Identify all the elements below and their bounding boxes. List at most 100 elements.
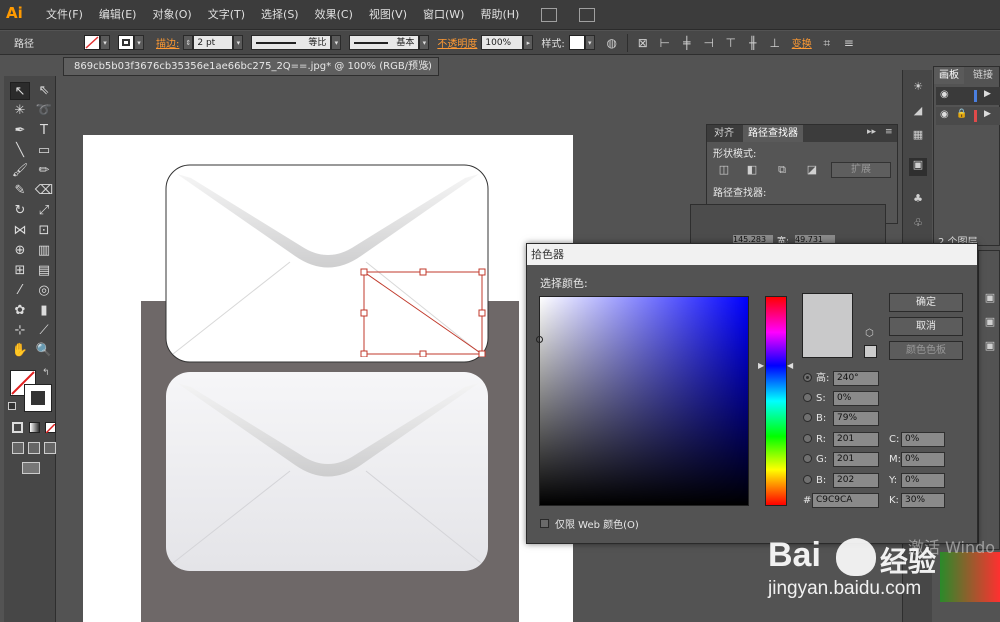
- align-left-icon[interactable]: ⊢: [658, 36, 672, 50]
- gradient-mode-icon[interactable]: [29, 422, 40, 433]
- zoom-tool-icon[interactable]: 🔍: [34, 342, 54, 360]
- color-mode-icon[interactable]: [12, 422, 23, 433]
- selected-path-bounding-box[interactable]: [359, 267, 489, 357]
- hand-tool-icon[interactable]: ✋: [10, 342, 30, 360]
- lasso-tool-icon[interactable]: ➰: [34, 102, 54, 120]
- layer-row[interactable]: ◉ 🔒 ▶: [936, 107, 1000, 125]
- hue-slider-right-arrow-icon[interactable]: ◀: [787, 361, 793, 370]
- red-radio[interactable]: [803, 434, 812, 443]
- close-tab-icon[interactable]: ×: [422, 58, 430, 75]
- graphic-style-swatch[interactable]: [568, 35, 585, 50]
- gradient-tool-icon[interactable]: ▤: [34, 262, 54, 280]
- blue-radio[interactable]: [803, 475, 812, 484]
- menu-object[interactable]: 对象(O): [144, 0, 199, 30]
- menu-type[interactable]: 文字(T): [200, 0, 253, 30]
- rectangle-tool-icon[interactable]: ▭: [34, 142, 54, 160]
- blue-row[interactable]: B:: [803, 473, 826, 489]
- stroke-weight-dropdown-icon[interactable]: ▾: [233, 35, 244, 50]
- swap-colors-icon[interactable]: ↰: [42, 368, 50, 378]
- stroke-weight-field[interactable]: 2 pt: [193, 35, 234, 50]
- red-row[interactable]: R:: [803, 432, 826, 448]
- red-field[interactable]: 201: [833, 432, 879, 447]
- menu-file[interactable]: 文件(F): [38, 0, 91, 30]
- align-to-icon[interactable]: ⊠: [636, 36, 650, 50]
- stroke-swatch[interactable]: [118, 35, 134, 50]
- tab-pathfinder[interactable]: 路径查找器: [743, 125, 803, 142]
- align-top-icon[interactable]: ⊤: [724, 36, 738, 50]
- brushes-icon[interactable]: ♧: [911, 216, 925, 230]
- panel-option-icon[interactable]: ▣: [983, 339, 997, 353]
- exclude-icon[interactable]: ◪: [805, 163, 819, 177]
- symbol-sprayer-tool-icon[interactable]: ✿: [10, 302, 30, 320]
- fill-dropdown-icon[interactable]: ▾: [100, 35, 110, 50]
- profile-dropdown-icon[interactable]: ▾: [331, 35, 342, 50]
- green-row[interactable]: G:: [803, 452, 827, 468]
- yellow-field[interactable]: 0%: [901, 473, 945, 488]
- pencil-tool-icon[interactable]: ✏: [34, 162, 54, 180]
- none-mode-icon[interactable]: [45, 422, 56, 434]
- menu-effect[interactable]: 效果(C): [307, 0, 361, 30]
- magenta-field[interactable]: 0%: [901, 452, 945, 467]
- color-swatches-button[interactable]: 颜色色板: [889, 341, 963, 360]
- visibility-eye-icon[interactable]: ◉: [940, 109, 949, 120]
- color-panel-icon[interactable]: ◢: [911, 104, 925, 118]
- tab-align[interactable]: 对齐: [709, 125, 739, 142]
- draw-behind-icon[interactable]: [28, 442, 40, 454]
- web-only-checkbox[interactable]: [540, 519, 549, 528]
- artboard-tool-icon[interactable]: ⊹: [10, 322, 30, 340]
- visibility-eye-icon[interactable]: ◉: [940, 89, 949, 100]
- align-right-icon[interactable]: ⊣: [702, 36, 716, 50]
- cancel-button[interactable]: 取消: [889, 317, 963, 336]
- blue-field[interactable]: 202: [833, 473, 879, 488]
- scale-tool-icon[interactable]: ⤢: [34, 202, 54, 220]
- intersect-icon[interactable]: ⧉: [775, 163, 789, 177]
- stroke-link[interactable]: 描边:: [156, 35, 179, 50]
- brush-definition-field[interactable]: 基本: [349, 35, 420, 50]
- color-guide-icon[interactable]: ☀: [911, 80, 925, 94]
- line-tool-icon[interactable]: ╲: [10, 142, 30, 160]
- blob-brush-tool-icon[interactable]: ✎: [10, 182, 30, 200]
- shape-builder-tool-icon[interactable]: ⊕: [10, 242, 30, 260]
- blend-tool-icon[interactable]: ◎: [34, 282, 54, 300]
- expand-arrow-icon[interactable]: ▶: [984, 89, 991, 99]
- saturation-field[interactable]: 0%: [833, 391, 879, 406]
- magic-wand-tool-icon[interactable]: ✳: [10, 102, 30, 120]
- symbols-icon[interactable]: ♣: [911, 192, 925, 206]
- layer-row[interactable]: ◉ ▶: [936, 87, 1000, 105]
- brightness-field[interactable]: 79%: [833, 411, 879, 426]
- panel-menu-icon[interactable]: ≡: [842, 36, 856, 50]
- brightness-row[interactable]: B:: [803, 411, 826, 427]
- menu-help[interactable]: 帮助(H): [472, 0, 527, 30]
- direct-selection-tool-icon[interactable]: ⇖: [34, 82, 54, 100]
- screen-mode-icon[interactable]: [22, 462, 40, 474]
- slice-tool-icon[interactable]: ⟋: [34, 322, 54, 340]
- column-graph-tool-icon[interactable]: ▮: [34, 302, 54, 320]
- ok-button[interactable]: 确定: [889, 293, 963, 312]
- cyan-field[interactable]: 0%: [901, 432, 945, 447]
- draw-normal-icon[interactable]: [12, 442, 24, 454]
- align-center-icon[interactable]: ╪: [680, 36, 694, 50]
- panel-option-icon[interactable]: ▣: [983, 291, 997, 305]
- menu-window[interactable]: 窗口(W): [415, 0, 472, 30]
- color-field-cursor[interactable]: [536, 336, 543, 343]
- free-transform-tool-icon[interactable]: ⊡: [34, 222, 54, 240]
- type-tool-icon[interactable]: T: [34, 122, 54, 140]
- pathfinder-dock-icon[interactable]: ▣: [909, 158, 927, 176]
- document-tab[interactable]: 869cb5b03f3676cb35356e1ae66bc275_2Q==.jp…: [63, 57, 439, 76]
- color-field[interactable]: [539, 296, 749, 506]
- tab-links[interactable]: 链接: [968, 67, 998, 84]
- collapse-icon[interactable]: ▸▸: [867, 127, 876, 137]
- swatches-icon[interactable]: ▦: [911, 128, 925, 142]
- menu-view[interactable]: 视图(V): [361, 0, 415, 30]
- variable-width-profile-field[interactable]: 等比: [251, 35, 332, 50]
- stroke-weight-stepper-icon[interactable]: ⇕: [183, 35, 194, 50]
- unite-icon[interactable]: ◫: [717, 163, 731, 177]
- green-radio[interactable]: [803, 454, 812, 463]
- opacity-field[interactable]: 100%: [481, 35, 524, 50]
- style-dropdown-icon[interactable]: ▾: [584, 35, 595, 50]
- draw-inside-icon[interactable]: [44, 442, 56, 454]
- selection-tool-icon[interactable]: ↖: [10, 82, 30, 100]
- default-colors-icon[interactable]: [8, 402, 16, 410]
- chart-tool-icon[interactable]: ▥: [34, 242, 54, 260]
- stroke-color-box[interactable]: [24, 384, 52, 412]
